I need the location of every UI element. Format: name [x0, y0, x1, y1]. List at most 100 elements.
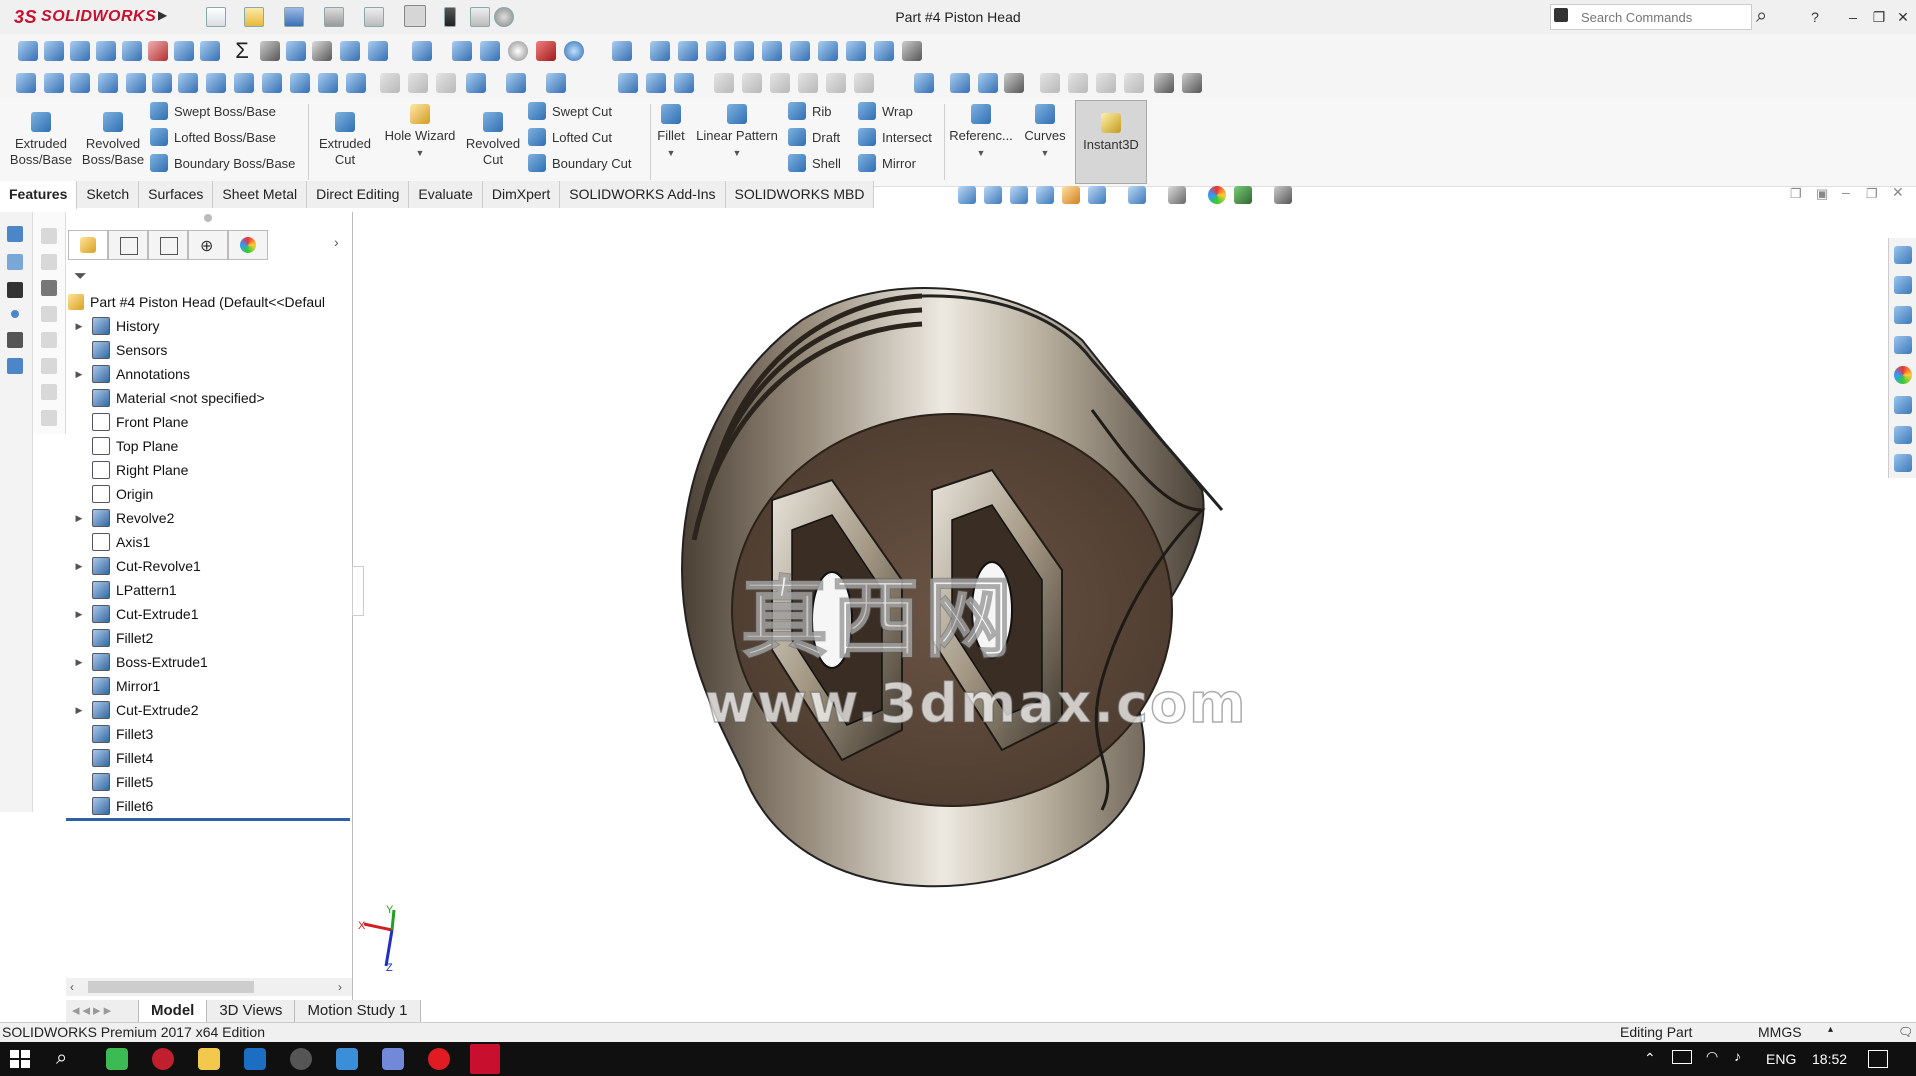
- configuration-manager-tab[interactable]: [148, 230, 188, 260]
- extruded-boss-button[interactable]: Extruded Boss/Base: [8, 112, 74, 168]
- tree-item[interactable]: ▶ Cut-Extrude2: [66, 698, 198, 722]
- hide-show-items-icon[interactable]: [1168, 186, 1186, 204]
- revolve-small-icon[interactable]: [44, 73, 64, 93]
- save-icon[interactable]: [284, 7, 304, 27]
- split-icon[interactable]: [346, 73, 366, 93]
- delete-body-icon[interactable]: [1004, 73, 1024, 93]
- expand-arrow-icon[interactable]: ▶: [72, 321, 86, 332]
- discord-icon[interactable]: [382, 1048, 404, 1070]
- rib-button[interactable]: Rib: [788, 100, 832, 122]
- mirror-button[interactable]: Mirror: [858, 152, 916, 174]
- select-icon[interactable]: [404, 5, 426, 27]
- parting-line-icon[interactable]: [452, 41, 472, 61]
- isometric-icon[interactable]: [818, 41, 838, 61]
- tree-item[interactable]: Material <not specified>: [66, 386, 265, 410]
- new-document-icon[interactable]: [206, 7, 226, 27]
- scroll-thumb[interactable]: [88, 981, 254, 993]
- app-icon[interactable]: [106, 1048, 128, 1070]
- sensor-icon[interactable]: [122, 41, 142, 61]
- design-library-icon[interactable]: [1894, 306, 1912, 324]
- fixed-icon[interactable]: [612, 41, 632, 61]
- viewport-close-icon[interactable]: ✕: [1892, 184, 1904, 201]
- flex-icon[interactable]: [206, 73, 226, 93]
- steam-icon[interactable]: [244, 1048, 266, 1070]
- dynamic-annotation-icon[interactable]: [1062, 186, 1080, 204]
- measure-icon[interactable]: [44, 41, 64, 61]
- swept-cut-button[interactable]: Swept Cut: [528, 100, 612, 122]
- custom-properties-icon[interactable]: [1894, 396, 1912, 414]
- std-view-right-icon[interactable]: [734, 41, 754, 61]
- tree-item[interactable]: Sensors: [66, 338, 167, 362]
- std-view-front-icon[interactable]: [650, 41, 670, 61]
- mold-tool-icon[interactable]: [618, 73, 638, 93]
- edit-appearance-icon[interactable]: [1208, 186, 1226, 204]
- check-icon[interactable]: [148, 41, 168, 61]
- solidworks-taskbar-icon[interactable]: [470, 1044, 500, 1074]
- dropdown-arrow-icon[interactable]: ▼: [416, 148, 425, 158]
- deviation-icon[interactable]: [368, 41, 388, 61]
- expand-arrow-icon[interactable]: ▶: [72, 561, 86, 572]
- check-mark-icon[interactable]: [508, 41, 528, 61]
- display-manager-tab[interactable]: [228, 230, 268, 260]
- curves-button[interactable]: Curves ▼: [1018, 104, 1072, 161]
- hole-wizard-button[interactable]: Hole Wizard ▼: [380, 104, 460, 161]
- swept-boss-button[interactable]: Swept Boss/Base: [150, 100, 276, 122]
- folder-icon[interactable]: [198, 1048, 220, 1070]
- app-icon[interactable]: [336, 1048, 358, 1070]
- tab-features[interactable]: Features: [0, 181, 78, 210]
- expand-arrow-icon[interactable]: ▶: [72, 513, 86, 524]
- dropdown-arrow-icon[interactable]: ▼: [733, 148, 742, 158]
- fillet-button[interactable]: Fillet ▼: [654, 104, 688, 161]
- appearances-icon[interactable]: [1894, 366, 1912, 384]
- note-icon[interactable]: [41, 280, 57, 296]
- zoom-to-fit-icon[interactable]: [958, 186, 976, 204]
- geometry-analysis-icon[interactable]: [174, 41, 194, 61]
- opera-icon[interactable]: [428, 1048, 450, 1070]
- panel-expand-arrow-icon[interactable]: ›: [334, 234, 339, 250]
- lofted-cut-button[interactable]: Lofted Cut: [528, 126, 612, 148]
- solidworks-forum-icon[interactable]: [1894, 426, 1912, 444]
- combine-icon[interactable]: [318, 73, 338, 93]
- language-indicator[interactable]: ENG: [1766, 1051, 1796, 1067]
- tree-filter[interactable]: ⏷: [72, 266, 348, 288]
- tree-root[interactable]: Part #4 Piston Head (Default<<Defaul: [68, 290, 325, 314]
- tree-item[interactable]: ▶ History: [66, 314, 160, 338]
- line-icon[interactable]: [7, 254, 23, 270]
- panel-grip-icon[interactable]: [204, 214, 212, 222]
- section-properties-icon[interactable]: [96, 41, 116, 61]
- undercut-icon[interactable]: [412, 41, 432, 61]
- tree-item[interactable]: Fillet2: [66, 626, 153, 650]
- windows-start-icon[interactable]: [10, 1050, 30, 1068]
- tree-item[interactable]: Right Plane: [66, 458, 188, 482]
- units-dropdown-icon[interactable]: ▴: [1828, 1024, 1833, 1035]
- tab-3d-views[interactable]: 3D Views: [207, 1000, 296, 1022]
- loft-small-icon[interactable]: [98, 73, 118, 93]
- help-icon[interactable]: ?: [1804, 6, 1826, 28]
- undo-icon[interactable]: [364, 7, 384, 27]
- viewport-restore-icon[interactable]: ❐: [1790, 186, 1802, 202]
- smart-dimension-icon[interactable]: [7, 282, 23, 298]
- menu-arrow-icon[interactable]: ▶: [158, 8, 168, 26]
- search-magnifier-icon[interactable]: ⌕: [1756, 5, 1767, 28]
- clock[interactable]: 18:52: [1812, 1051, 1847, 1067]
- app-icon[interactable]: [290, 1048, 312, 1070]
- sweep-small-icon[interactable]: [70, 73, 90, 93]
- point-icon[interactable]: [11, 310, 19, 318]
- app-icon[interactable]: [152, 1048, 174, 1070]
- lofted-boss-button[interactable]: Lofted Boss/Base: [150, 126, 276, 148]
- scroll-right-arrow-icon[interactable]: ›: [338, 980, 342, 994]
- curvature-icon[interactable]: [564, 41, 584, 61]
- deform-icon[interactable]: [234, 73, 254, 93]
- core-icon[interactable]: [646, 73, 666, 93]
- intersect-button[interactable]: Intersect: [858, 126, 932, 148]
- thickness-icon[interactable]: [286, 41, 306, 61]
- 3d-sketch-icon[interactable]: [7, 358, 23, 374]
- tab-direct-editing[interactable]: Direct Editing: [307, 181, 410, 208]
- revolved-boss-button[interactable]: Revolved Boss/Base: [80, 112, 146, 168]
- search-commands-box[interactable]: [1550, 4, 1753, 30]
- reference-geometry-button[interactable]: Referenc... ▼: [948, 104, 1014, 161]
- shell-button[interactable]: Shell: [788, 152, 841, 174]
- tab-evaluate[interactable]: Evaluate: [409, 181, 483, 208]
- viewport-maximize-icon[interactable]: ❐: [1866, 186, 1878, 202]
- tree-item[interactable]: LPattern1: [66, 578, 177, 602]
